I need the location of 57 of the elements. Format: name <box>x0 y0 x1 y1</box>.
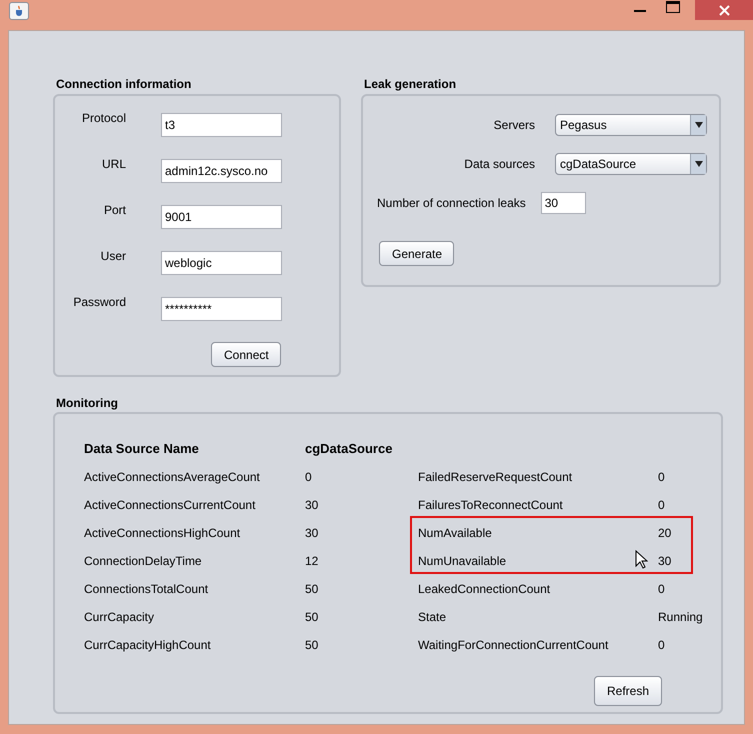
metric-name: ActiveConnectionsAverageCount <box>84 469 261 486</box>
input-field[interactable]: 9001 <box>161 205 282 229</box>
metric-value: 50 <box>305 637 320 654</box>
metric-name: NumAvailable <box>418 525 493 542</box>
metric-name: FailedReserveRequestCount <box>418 469 574 486</box>
metric-value: 0 <box>658 637 665 654</box>
java-cup-icon <box>9 2 29 20</box>
metric-value: 30 <box>305 497 320 514</box>
leak-count-label: Number of connection leaks <box>377 195 526 212</box>
input-field[interactable]: admin12c.sysco.no <box>161 159 282 183</box>
metric-value: 0 <box>658 469 665 486</box>
field-label: Port <box>102 202 126 219</box>
metric-name: ActiveConnectionsCurrentCount <box>84 497 256 514</box>
metric-name: CurrCapacity <box>84 609 156 626</box>
input-field[interactable]: t3 <box>161 113 282 137</box>
field-label: URL <box>100 156 126 173</box>
metric-value: Running <box>658 609 703 626</box>
metric-name: CurrCapacityHighCount <box>84 637 212 654</box>
combo-label: Servers <box>492 117 535 134</box>
section-title: Leak generation <box>364 77 458 92</box>
metric-name: ActiveConnectionsHighCount <box>84 525 242 542</box>
dropdown[interactable]: cgDataSource <box>555 153 707 175</box>
metric-value: 0 <box>658 581 665 598</box>
metric-value: 0 <box>658 497 665 514</box>
data-source-name: cgDataSource <box>305 440 392 458</box>
metric-value: 50 <box>305 609 320 626</box>
input-field[interactable]: weblogic <box>161 251 282 275</box>
maximize-icon[interactable] <box>666 1 680 13</box>
metric-name: ConnectionDelayTime <box>84 553 203 570</box>
metric-name: State <box>418 609 448 626</box>
metric-name: NumUnavailable <box>418 553 508 570</box>
metric-name: FailuresToReconnectCount <box>418 497 564 514</box>
section-title: Connection information <box>56 77 192 92</box>
metric-name: ConnectionsTotalCount <box>84 581 210 598</box>
connect-button[interactable]: Connect <box>211 342 281 367</box>
field-label: User <box>100 248 126 265</box>
refresh-button[interactable]: Refresh <box>594 676 662 706</box>
column-header: Data Source Name <box>84 440 200 458</box>
field-label: Protocol <box>80 110 126 127</box>
metric-value: 30 <box>305 525 320 542</box>
metric-name: LeakedConnectionCount <box>418 581 552 598</box>
input-field[interactable]: ********** <box>161 297 282 321</box>
mouse-pointer-icon <box>635 550 648 569</box>
metric-value: 0 <box>305 469 313 486</box>
metric-value: 12 <box>305 553 320 570</box>
input-field[interactable]: 30 <box>540 192 586 214</box>
metric-name: WaitingForConnectionCurrentCount <box>418 637 610 654</box>
close-button[interactable] <box>695 0 753 20</box>
section-title: Monitoring <box>56 396 119 411</box>
metric-value: 20 <box>658 525 672 542</box>
dropdown[interactable]: Pegasus <box>555 114 707 136</box>
metric-value: 30 <box>658 553 672 570</box>
close-icon <box>718 4 730 16</box>
field-label: Password <box>72 294 126 311</box>
generate-button[interactable]: Generate <box>379 241 454 266</box>
combo-label: Data sources <box>463 156 535 173</box>
metric-value: 50 <box>305 581 320 598</box>
